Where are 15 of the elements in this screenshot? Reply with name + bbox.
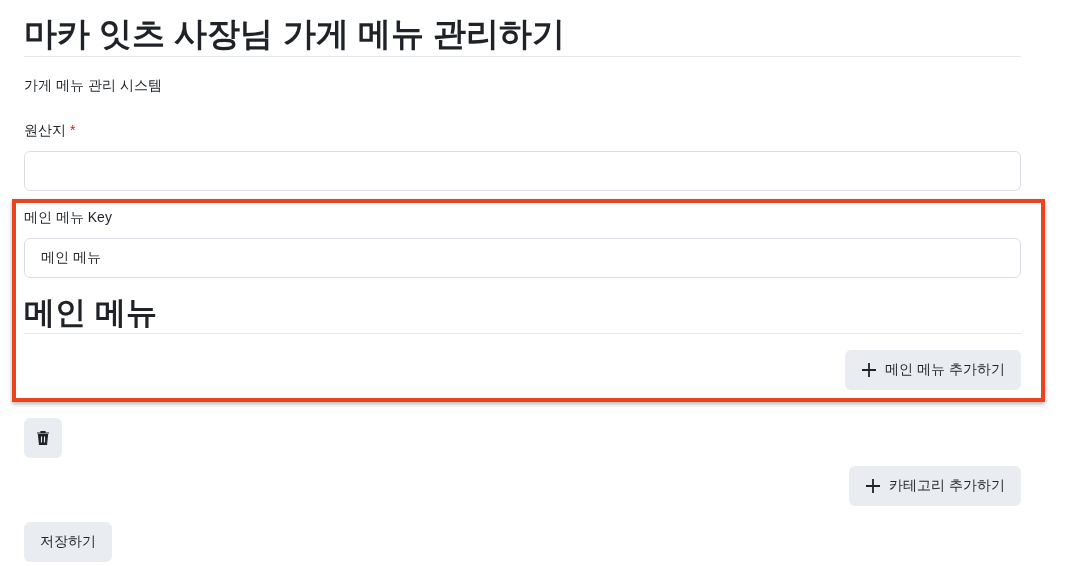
trash-icon (36, 429, 50, 446)
page-title: 마카 잇츠 사장님 가게 메뉴 관리하기 (24, 14, 1021, 57)
key-input-field[interactable]: 메인 메뉴 (24, 237, 1021, 278)
plus-icon (865, 477, 882, 494)
page-subtitle: 가게 메뉴 관리 시스템 (24, 75, 163, 95)
field-label: 원산지 (24, 120, 66, 140)
section-heading: 메인 메뉴 (24, 293, 1021, 334)
save-button[interactable]: 저장하기 (24, 521, 112, 562)
add-main-menu-button[interactable]: 메인 메뉴 추가하기 (845, 349, 1021, 390)
required-mark: * (70, 120, 76, 140)
origin-input-field[interactable] (24, 150, 1021, 191)
plus-icon (861, 361, 878, 378)
field-label: 메인 메뉴 Key (24, 207, 112, 227)
add-category-button[interactable]: 카테고리 추가하기 (849, 465, 1021, 506)
delete-button[interactable] (24, 417, 62, 458)
